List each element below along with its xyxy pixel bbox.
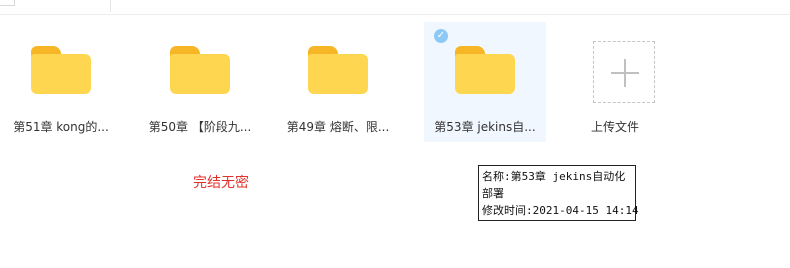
folder-name: 第53章 jekins自... <box>434 120 536 134</box>
upload-label: 上传文件 <box>590 120 639 134</box>
folder-item[interactable]: 第49章 熔断、限... <box>277 22 399 142</box>
folder-icon <box>31 46 91 94</box>
upload-button[interactable] <box>593 41 655 103</box>
top-toolbar-edge <box>0 0 790 15</box>
folder-icon <box>170 46 230 94</box>
note-text: 完结无密 <box>193 175 249 191</box>
check-circle-icon[interactable]: ✓ <box>434 29 448 43</box>
folder-icon <box>308 46 368 94</box>
tooltip-modified-time: 修改时间:2021-04-15 14:14 <box>482 204 639 217</box>
folder-item[interactable]: 第51章 kong的... <box>0 22 122 142</box>
folder-item[interactable]: 第50章 【阶段九... <box>139 22 261 142</box>
folder-name: 第51章 kong的... <box>13 120 109 134</box>
toolbar-fragment <box>0 0 15 6</box>
folder-name: 第49章 熔断、限... <box>286 120 390 134</box>
folder-name: 第50章 【阶段九... <box>148 120 252 134</box>
folder-item-selected[interactable]: ✓ 第53章 jekins自... <box>424 22 546 142</box>
tooltip-name-line: 名称:第53章 jekins自动化 <box>482 170 626 183</box>
upload-file-item[interactable]: 上传文件 <box>554 22 676 142</box>
tooltip-name-line-cont: 部署 <box>482 187 504 200</box>
file-tooltip: 名称:第53章 jekins自动化 部署 修改时间:2021-04-15 14:… <box>478 165 639 221</box>
toolbar-divider <box>110 0 111 12</box>
folder-icon <box>455 46 515 94</box>
